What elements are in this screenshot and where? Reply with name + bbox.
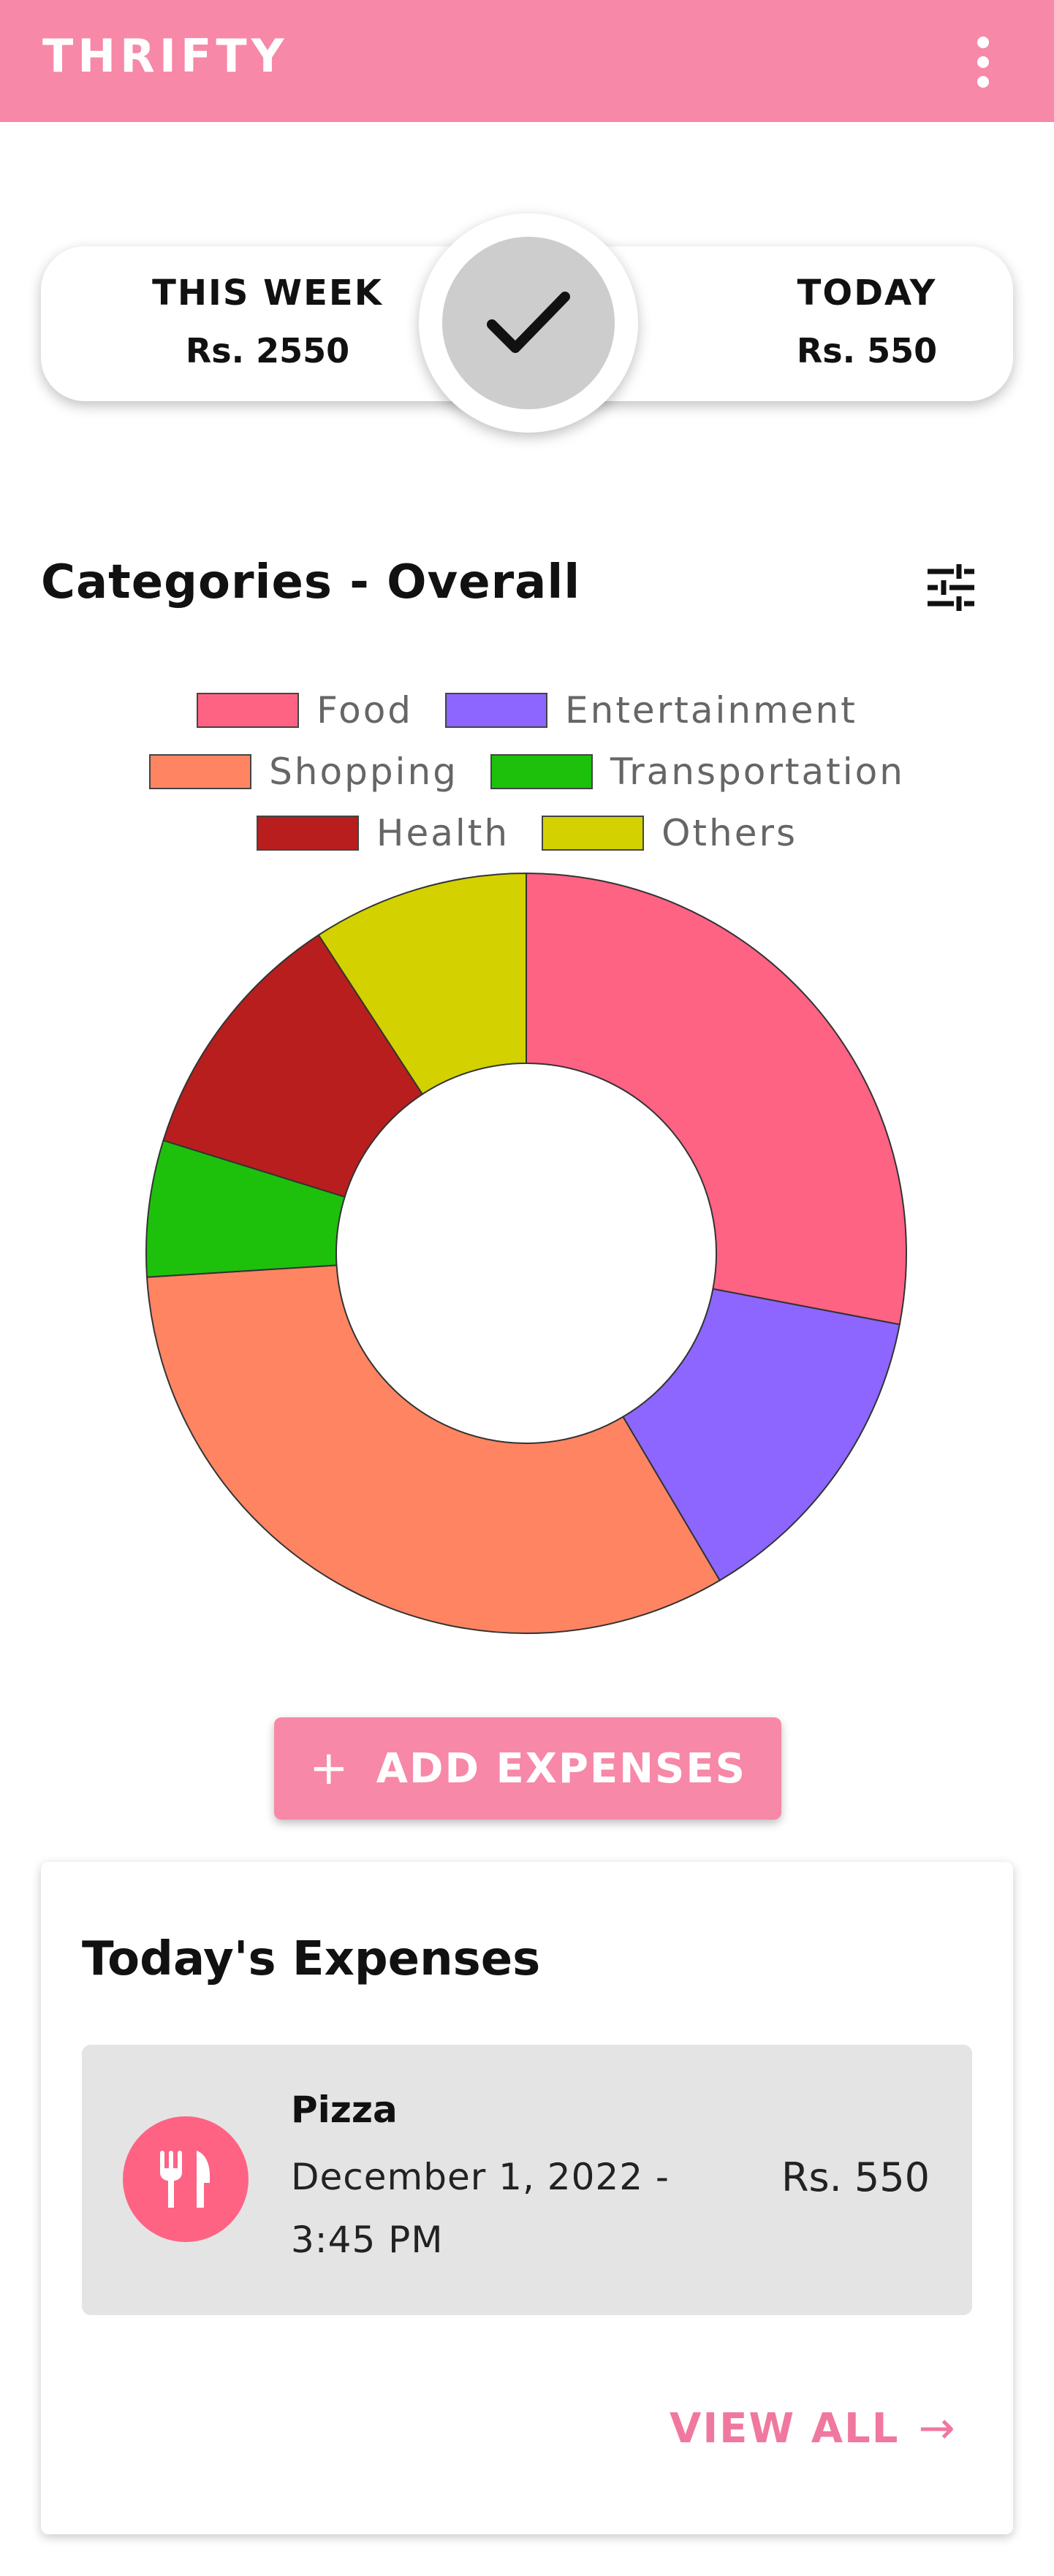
legend-label: Transportation xyxy=(610,751,905,793)
donut-slice-food[interactable] xyxy=(526,872,907,1326)
expense-date: December 1, 2022 - 3:45 PM xyxy=(291,2156,670,2261)
legend-swatch xyxy=(542,816,645,851)
categories-title: Categories - Overall xyxy=(41,555,581,609)
legend-item-entertainment[interactable]: Entertainment xyxy=(445,689,857,732)
legend-item-health[interactable]: Health xyxy=(256,812,510,854)
more-vert-icon[interactable] xyxy=(965,37,1001,88)
restaurant-icon xyxy=(123,2116,249,2242)
legend-swatch xyxy=(256,816,359,851)
chart-legend: Food Entertainment Shopping Transportati… xyxy=(0,680,1054,864)
today-value: Rs. 550 xyxy=(796,331,938,371)
legend-label: Shopping xyxy=(269,751,458,793)
tune-icon[interactable] xyxy=(925,561,977,614)
legend-swatch xyxy=(149,754,252,789)
view-all-link[interactable]: VIEW ALL → xyxy=(670,2403,957,2454)
legend-swatch xyxy=(490,754,593,789)
arrow-right-icon: → xyxy=(918,2403,957,2454)
legend-label: Food xyxy=(316,689,414,732)
expense-list-item[interactable]: Pizza December 1, 2022 - 3:45 PM Rs. 550 xyxy=(82,2045,972,2315)
check-icon xyxy=(442,237,615,409)
category-donut-chart xyxy=(145,872,907,1634)
expense-name: Pizza xyxy=(291,2089,398,2131)
legend-label: Others xyxy=(661,812,798,854)
legend-swatch xyxy=(445,693,548,728)
app-bar: THRIFTY xyxy=(0,0,1054,122)
legend-item-shopping[interactable]: Shopping xyxy=(149,751,458,793)
legend-label: Entertainment xyxy=(565,689,857,732)
todays-expenses-card: Today's Expenses Pizza December 1, 2022 … xyxy=(41,1862,1013,2534)
legend-item-food[interactable]: Food xyxy=(197,689,413,732)
donut-slice-shopping[interactable] xyxy=(145,1264,721,1634)
today-label: TODAY xyxy=(797,273,937,314)
app-title: THRIFTY xyxy=(42,29,289,83)
add-expenses-label: ADD EXPENSES xyxy=(376,1744,746,1793)
legend-item-transportation[interactable]: Transportation xyxy=(490,751,905,793)
todays-expenses-title: Today's Expenses xyxy=(82,1932,541,1986)
this-week-value: Rs. 2550 xyxy=(185,331,350,371)
expense-amount: Rs. 550 xyxy=(781,2154,930,2200)
view-all-label: VIEW ALL xyxy=(670,2404,900,2452)
this-week-label: THIS WEEK xyxy=(152,273,383,314)
plus-icon: + xyxy=(309,1741,350,1796)
legend-swatch xyxy=(197,693,300,728)
legend-item-others[interactable]: Others xyxy=(542,812,797,854)
check-button[interactable] xyxy=(419,213,638,433)
today-summary: TODAY Rs. 550 xyxy=(735,273,998,371)
add-expenses-button[interactable]: + ADD EXPENSES xyxy=(274,1717,781,1820)
legend-label: Health xyxy=(376,812,510,854)
this-week-summary: THIS WEEK Rs. 2550 xyxy=(136,273,399,371)
